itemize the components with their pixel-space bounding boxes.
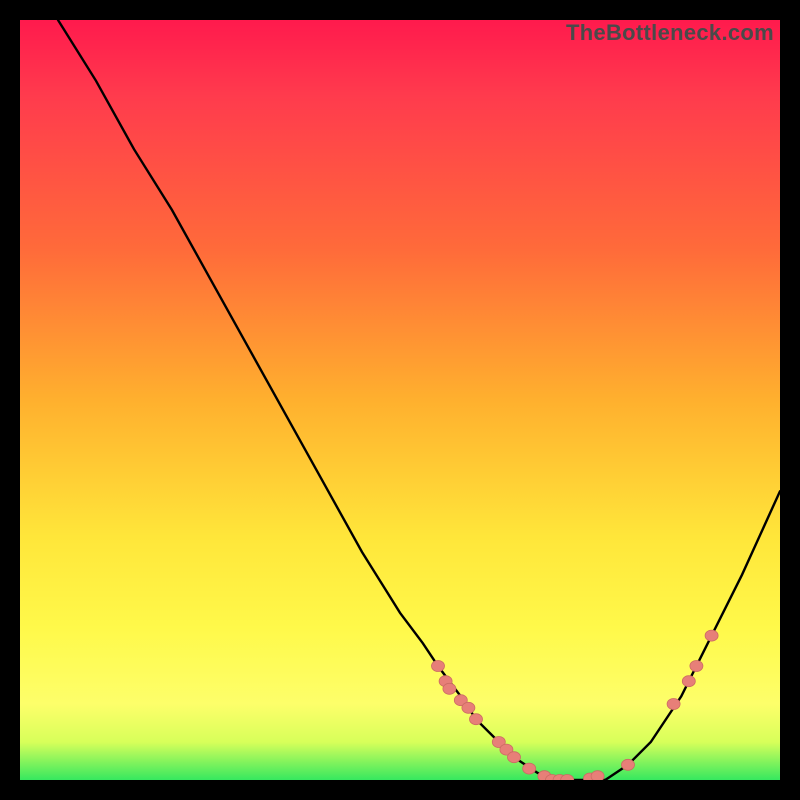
curve-marker — [432, 661, 445, 672]
curve-marker — [443, 683, 456, 694]
curve-marker — [523, 763, 536, 774]
bottleneck-curve-path — [58, 20, 780, 780]
curve-marker — [462, 702, 475, 713]
curve-marker — [705, 630, 718, 641]
curve-marker — [682, 676, 695, 687]
chart-frame: TheBottleneck.com — [20, 20, 780, 780]
curve-marker — [622, 759, 635, 770]
curve-marker — [667, 699, 680, 710]
curve-marker — [508, 752, 521, 763]
watermark-label: TheBottleneck.com — [566, 20, 774, 46]
bottleneck-curve-plot — [20, 20, 780, 780]
curve-marker — [591, 771, 604, 780]
marker-group — [432, 630, 719, 780]
curve-marker — [690, 661, 703, 672]
curve-marker — [470, 714, 483, 725]
